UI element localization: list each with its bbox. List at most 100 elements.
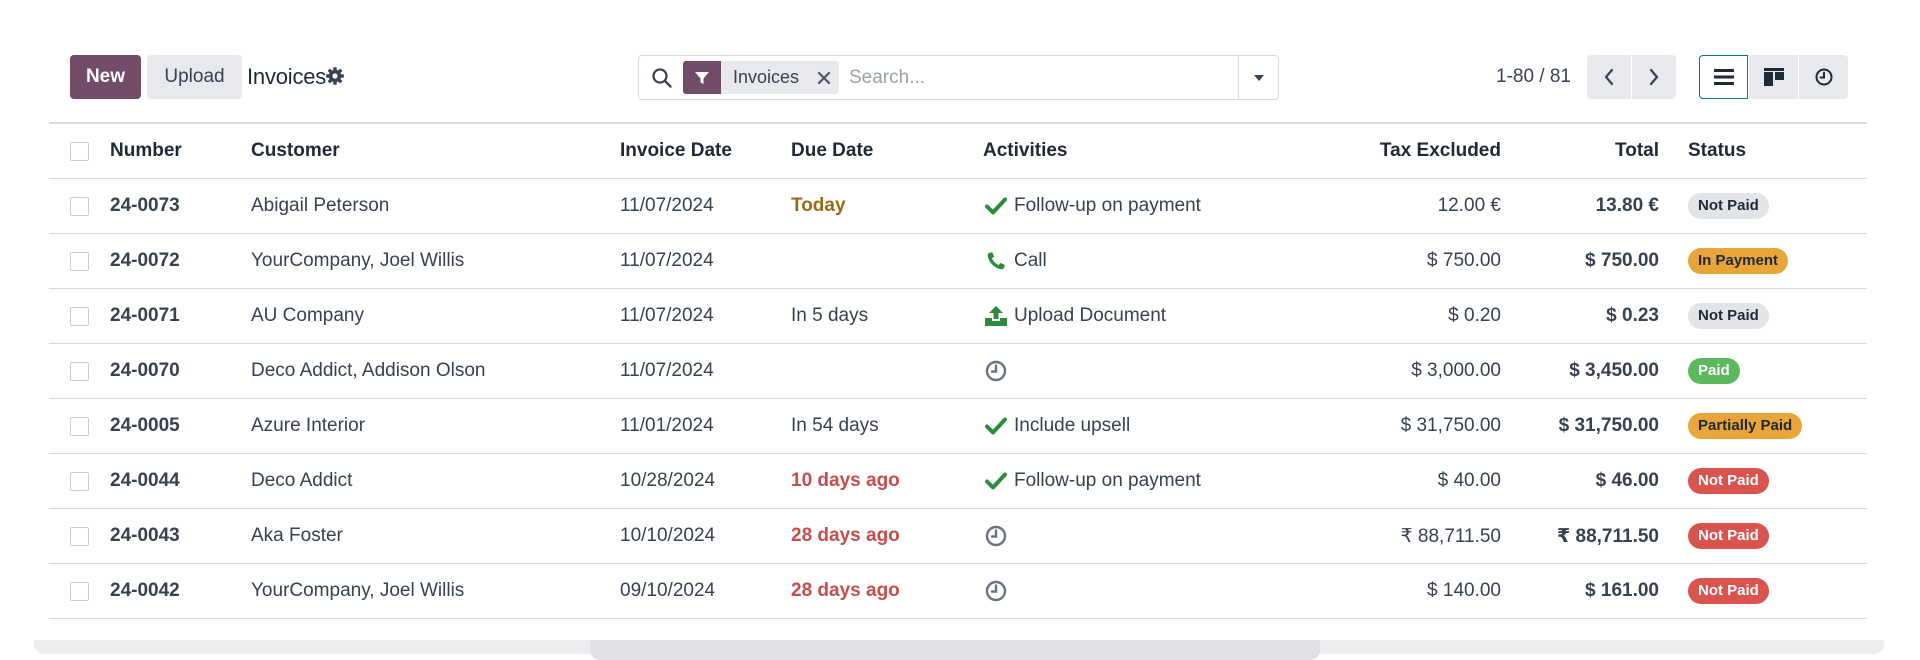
search-input[interactable] xyxy=(849,62,1239,94)
chevron-right-icon xyxy=(1649,68,1659,86)
upload-icon[interactable] xyxy=(983,305,1009,327)
invoice-date: 11/07/2024 xyxy=(620,195,714,216)
table-header: Number Customer Invoice Date Due Date Ac… xyxy=(49,124,1867,179)
gear-icon[interactable] xyxy=(325,66,345,86)
status-cell: Not Paid xyxy=(1688,289,1769,343)
total-amount: $ 46.00 xyxy=(1595,470,1659,491)
invoice-number: 24-0005 xyxy=(110,415,180,436)
status-cell: Not Paid xyxy=(1688,509,1769,563)
phone-icon[interactable] xyxy=(983,250,1009,272)
caret-down-icon xyxy=(1253,74,1264,81)
clock-icon[interactable] xyxy=(983,525,1009,547)
upload-button[interactable]: Upload xyxy=(147,55,242,99)
check-icon[interactable] xyxy=(983,470,1009,492)
list-view-button[interactable] xyxy=(1699,55,1748,99)
kanban-view-button[interactable] xyxy=(1749,55,1798,99)
customer-name: Aka Foster xyxy=(251,525,343,546)
table-row-24-0072[interactable]: 24-0072 YourCompany, Joel Willis 11/07/2… xyxy=(49,234,1867,289)
activity-summary: Call xyxy=(1014,250,1047,271)
tax-excluded: $ 3,000.00 xyxy=(1411,360,1501,381)
row-checkbox[interactable] xyxy=(70,252,89,271)
facet-label: Invoices xyxy=(733,67,800,87)
activity-cell[interactable]: Follow-up on payment xyxy=(983,179,1201,233)
row-checkbox[interactable] xyxy=(70,582,89,601)
table-row-24-0071[interactable]: 24-0071 AU Company 11/07/2024 In 5 days … xyxy=(49,289,1867,344)
remove-facet-icon[interactable] xyxy=(809,61,839,94)
select-all-checkbox[interactable] xyxy=(70,142,89,161)
clock-icon[interactable] xyxy=(983,360,1009,382)
activity-summary: Follow-up on payment xyxy=(1014,470,1201,491)
row-checkbox[interactable] xyxy=(70,417,89,436)
column-header-customer[interactable]: Customer xyxy=(251,124,340,178)
pager-previous-button[interactable] xyxy=(1587,55,1631,99)
activity-view-button[interactable] xyxy=(1799,55,1848,99)
status-cell: Not Paid xyxy=(1688,454,1769,508)
invoice-number: 24-0043 xyxy=(110,525,180,546)
status-badge: In Payment xyxy=(1688,248,1789,274)
invoice-date: 10/28/2024 xyxy=(620,470,716,491)
due-date: 28 days ago xyxy=(791,525,900,546)
clock-icon xyxy=(1815,68,1832,86)
activity-cell[interactable]: Call xyxy=(983,234,1047,288)
check-icon[interactable] xyxy=(983,415,1009,437)
total-amount: $ 161.00 xyxy=(1585,580,1659,601)
status-cell: Paid xyxy=(1688,344,1740,398)
column-header-status[interactable]: Status xyxy=(1688,124,1746,178)
status-badge: Partially Paid xyxy=(1688,413,1803,439)
tax-excluded: ₹ 88,711.50 xyxy=(1400,525,1501,547)
status-cell: In Payment xyxy=(1688,234,1789,288)
table-row-24-0070[interactable]: 24-0070 Deco Addict, Addison Olson 11/07… xyxy=(49,344,1867,399)
total-amount: $ 3,450.00 xyxy=(1569,360,1659,381)
row-checkbox[interactable] xyxy=(70,362,89,381)
column-header-number[interactable]: Number xyxy=(110,124,182,178)
table-row-24-0044[interactable]: 24-0044 Deco Addict 10/28/2024 10 days a… xyxy=(49,454,1867,509)
invoice-date: 09/10/2024 xyxy=(620,580,716,601)
search-options-toggle[interactable] xyxy=(1238,56,1278,99)
check-icon[interactable] xyxy=(983,195,1009,217)
table-row-24-0073[interactable]: 24-0073 Abigail Peterson 11/07/2024 Toda… xyxy=(49,179,1867,234)
pager-value[interactable]: 1-80 / 81 xyxy=(1496,66,1571,88)
row-checkbox[interactable] xyxy=(70,197,89,216)
horizontal-scrollbar[interactable] xyxy=(590,640,1320,660)
activity-cell[interactable]: Include upsell xyxy=(983,399,1130,453)
column-header-total[interactable]: Total xyxy=(1615,124,1659,178)
pager-next-button[interactable] xyxy=(1632,55,1676,99)
tax-excluded: $ 140.00 xyxy=(1427,580,1501,601)
clock-icon[interactable] xyxy=(983,580,1009,602)
status-badge: Not Paid xyxy=(1688,523,1769,549)
customer-name: AU Company xyxy=(251,305,364,326)
customer-name: Azure Interior xyxy=(251,415,366,436)
invoice-number: 24-0073 xyxy=(110,195,180,216)
row-checkbox[interactable] xyxy=(70,307,89,326)
row-checkbox[interactable] xyxy=(70,527,89,546)
activity-cell[interactable]: Upload Document xyxy=(983,289,1166,343)
status-cell: Not Paid xyxy=(1688,179,1769,233)
invoice-number: 24-0071 xyxy=(110,305,180,326)
status-badge: Paid xyxy=(1688,358,1740,384)
column-header-activities[interactable]: Activities xyxy=(983,124,1067,178)
table-row-24-0043[interactable]: 24-0043 Aka Foster 10/10/2024 28 days ag… xyxy=(49,509,1867,564)
total-amount: 13.80 € xyxy=(1595,195,1659,216)
column-header-due-date[interactable]: Due Date xyxy=(791,124,873,178)
column-header-tax-excluded[interactable]: Tax Excluded xyxy=(1380,124,1501,178)
activity-cell[interactable] xyxy=(983,509,1014,563)
table-row-24-0042[interactable]: 24-0042 YourCompany, Joel Willis 09/10/2… xyxy=(49,564,1867,619)
new-button[interactable]: New xyxy=(70,55,141,99)
due-date: 10 days ago xyxy=(791,470,900,491)
invoice-date: 11/01/2024 xyxy=(620,415,714,436)
activity-cell[interactable] xyxy=(983,564,1014,618)
activity-cell[interactable] xyxy=(983,344,1014,398)
activity-cell[interactable]: Follow-up on payment xyxy=(983,454,1201,508)
customer-name: Deco Addict, Addison Olson xyxy=(251,360,486,381)
column-header-invoice-date[interactable]: Invoice Date xyxy=(620,124,732,178)
activity-summary: Include upsell xyxy=(1014,415,1131,436)
invoice-number: 24-0072 xyxy=(110,250,180,271)
invoice-date: 11/07/2024 xyxy=(620,360,714,381)
table-row-24-0005[interactable]: 24-0005 Azure Interior 11/01/2024 In 54 … xyxy=(49,399,1867,454)
invoice-number: 24-0042 xyxy=(110,580,180,601)
tax-excluded: 12.00 € xyxy=(1437,195,1501,216)
tax-excluded: $ 40.00 xyxy=(1437,470,1501,491)
total-amount: $ 750.00 xyxy=(1585,250,1659,271)
activity-summary: Upload Document xyxy=(1014,305,1167,326)
row-checkbox[interactable] xyxy=(70,472,89,491)
